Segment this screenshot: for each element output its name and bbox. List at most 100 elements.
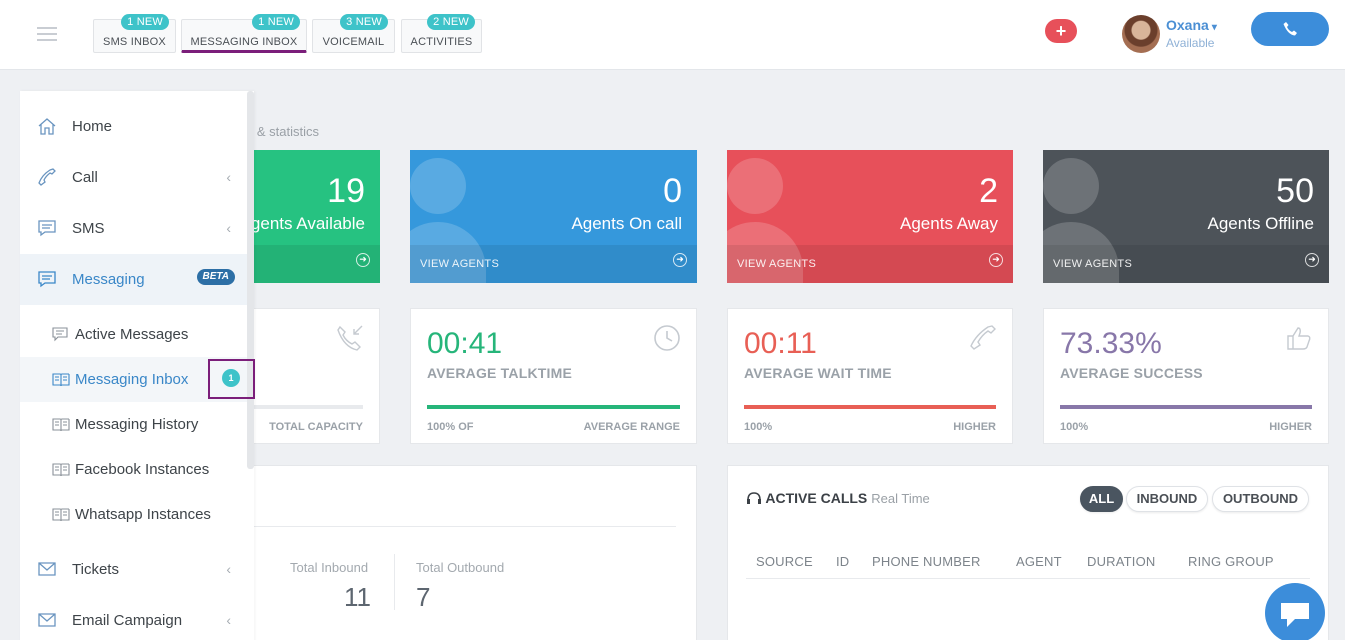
filter-all-button[interactable]: ALL xyxy=(1080,486,1123,512)
sidebar-scrollbar[interactable] xyxy=(247,91,254,469)
tab-label: ACTIVITIES xyxy=(410,36,473,48)
metric-bar xyxy=(1060,405,1312,409)
sidebar-item-email-campaign[interactable]: Email Campaign ‹ xyxy=(20,595,247,640)
metric-footer-right: TOTAL CAPACITY xyxy=(269,421,363,433)
filter-inbound-button[interactable]: INBOUND xyxy=(1126,486,1208,512)
sidebar-item-label: Home xyxy=(72,118,113,135)
tab-voicemail[interactable]: VOICEMAIL 3 NEW xyxy=(312,14,395,53)
metric-wait-time: 00:11 AVERAGE WAIT TIME 100% HIGHER xyxy=(727,308,1013,444)
active-calls-panel: ACTIVE CALLS Real Time ALL INBOUND OUTBOU… xyxy=(727,465,1329,640)
total-outbound-value: 7 xyxy=(416,582,431,612)
hamburger-menu-icon[interactable] xyxy=(37,27,57,41)
metric-footer-left: 100% xyxy=(1060,421,1089,433)
sidebar-subitem-whatsapp-instances[interactable]: Whatsapp Instances xyxy=(20,492,247,537)
sidebar-subitem-label: Whatsapp Instances xyxy=(75,506,211,523)
book-icon xyxy=(52,418,70,432)
card-agents-away[interactable]: 2 Agents Away VIEW AGENTS ➜ xyxy=(727,150,1013,283)
view-agents-label: VIEW AGENTS xyxy=(420,258,500,270)
metric-footer-right: HIGHER xyxy=(1269,421,1312,433)
view-agents-label: VIEW AGENTS xyxy=(1053,258,1133,270)
chevron-left-icon: ‹ xyxy=(226,561,231,577)
card-value: 2 xyxy=(979,172,998,210)
column-header[interactable]: SOURCE xyxy=(756,554,813,569)
column-header[interactable]: ID xyxy=(836,554,849,569)
highlight-box xyxy=(208,359,255,399)
sidebar-item-label: Call xyxy=(72,169,98,186)
sidebar-item-label: Tickets xyxy=(72,561,119,578)
card-value: 50 xyxy=(1276,172,1314,210)
tab-activities[interactable]: ACTIVITIES 2 NEW xyxy=(401,14,482,53)
sidebar-subitem-label: Facebook Instances xyxy=(75,461,210,478)
sidebar-subitem-label: Messaging Inbox xyxy=(75,371,189,388)
metric-footer-right: AVERAGE RANGE xyxy=(583,421,680,433)
page-subtitle: d & statistics xyxy=(246,124,319,139)
phone-icon xyxy=(38,168,56,186)
card-agents-on-call[interactable]: 0 Agents On call VIEW AGENTS ➜ xyxy=(410,150,697,283)
column-header[interactable]: AGENT xyxy=(1016,554,1062,569)
column-header[interactable]: DURATION xyxy=(1087,554,1156,569)
arrow-right-icon: ➜ xyxy=(1305,253,1319,267)
book-icon xyxy=(52,463,70,477)
sidebar-item-label: SMS xyxy=(72,220,105,237)
avatar[interactable] xyxy=(1122,15,1160,53)
thumbs-up-icon xyxy=(1287,327,1311,350)
chat-icon xyxy=(1281,603,1309,627)
sidebar-item-call[interactable]: Call ‹ xyxy=(20,152,247,203)
headset-icon xyxy=(747,492,761,504)
sidebar-item-sms[interactable]: SMS ‹ xyxy=(20,203,247,254)
sidebar-item-tickets[interactable]: Tickets ‹ xyxy=(20,544,247,595)
filter-outbound-button[interactable]: OUTBOUND xyxy=(1212,486,1309,512)
metric-bar xyxy=(242,405,363,409)
metric-footer-left: 100% xyxy=(744,421,773,433)
card-label: Agents Away xyxy=(900,214,998,233)
metric-footer-left: 100% OF xyxy=(427,421,474,433)
column-header[interactable]: PHONE NUMBER xyxy=(872,554,981,569)
metric-value: 00:41 xyxy=(427,327,503,360)
divider xyxy=(226,526,676,527)
card-agents-offline[interactable]: 50 Agents Offline VIEW AGENTS ➜ xyxy=(1043,150,1329,283)
beta-badge: BETA xyxy=(196,269,235,285)
tab-sms-inbox[interactable]: SMS INBOX 1 NEW xyxy=(93,14,176,53)
home-icon xyxy=(38,118,56,135)
sidebar-subitem-messaging-history[interactable]: Messaging History xyxy=(20,402,247,447)
user-silhouette-icon xyxy=(410,158,466,214)
message-icon xyxy=(52,327,68,342)
user-menu[interactable]: Oxana ▾ xyxy=(1166,17,1217,33)
total-outbound-label: Total Outbound xyxy=(416,560,505,575)
tab-label: MESSAGING INBOX xyxy=(190,36,298,48)
active-calls-title: ACTIVE CALLS Real Time xyxy=(746,490,930,506)
view-agents-link[interactable]: VIEW AGENTS ➜ xyxy=(727,245,1013,283)
view-agents-link[interactable]: VIEW AGENTS ➜ xyxy=(410,245,697,283)
totals-panel: Total Inbound 11 Total Outbound 7 xyxy=(225,465,697,640)
clock-icon xyxy=(654,325,680,351)
column-header[interactable]: RING GROUP xyxy=(1188,554,1274,569)
sidebar-item-messaging[interactable]: Messaging BETA xyxy=(20,254,247,305)
sidebar-item-home[interactable]: Home xyxy=(20,101,247,152)
sidebar-subitem-active-messages[interactable]: Active Messages xyxy=(20,312,247,357)
incoming-call-icon xyxy=(337,325,363,351)
user-silhouette-icon xyxy=(1043,158,1099,214)
arrow-right-icon: ➜ xyxy=(673,253,687,267)
tab-messaging-inbox[interactable]: MESSAGING INBOX 1 NEW xyxy=(181,14,307,53)
total-inbound-label: Total Inbound xyxy=(290,560,369,575)
metric-value: 00:11 xyxy=(744,327,817,360)
active-calls-heading: ACTIVE CALLS xyxy=(765,490,868,506)
sidebar-subitem-facebook-instances[interactable]: Facebook Instances xyxy=(20,447,247,492)
messaging-icon xyxy=(38,271,56,288)
metric-bar xyxy=(427,405,680,409)
arrow-right-icon: ➜ xyxy=(989,253,1003,267)
chat-button[interactable] xyxy=(1265,583,1325,640)
divider xyxy=(746,578,1310,579)
book-icon xyxy=(52,508,70,522)
call-button[interactable] xyxy=(1251,12,1329,46)
metric-label: AVERAGE SUCCESS xyxy=(1060,365,1203,381)
user-name: Oxana xyxy=(1166,17,1209,33)
real-time-label: Real Time xyxy=(871,491,930,506)
view-agents-link[interactable]: VIEW AGENTS ➜ xyxy=(1043,245,1329,283)
sidebar-subitem-label: Active Messages xyxy=(75,326,189,343)
metric-label: AVERAGE WAIT TIME xyxy=(744,365,892,381)
metric-talktime: 00:41 AVERAGE TALKTIME 100% OF AVERAGE R… xyxy=(410,308,697,444)
card-value: 19 xyxy=(327,172,365,210)
add-button[interactable]: + xyxy=(1045,19,1077,43)
tab-label: VOICEMAIL xyxy=(322,36,385,48)
